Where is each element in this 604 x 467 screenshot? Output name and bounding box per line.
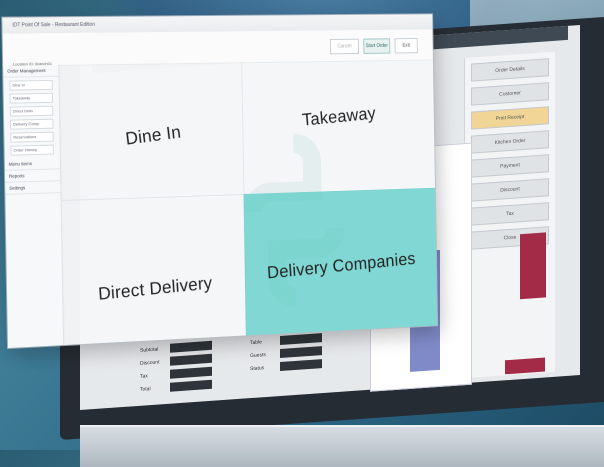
sidebar-item[interactable]: Delivery Comp bbox=[9, 118, 54, 130]
row-label: Table bbox=[250, 339, 262, 347]
panel-button[interactable]: Discount bbox=[471, 178, 549, 202]
sidebar-item[interactable]: Order History bbox=[10, 144, 54, 156]
background-chart-bar bbox=[520, 232, 546, 300]
laptop-base bbox=[80, 425, 604, 467]
panel-button[interactable]: Kitchen Order bbox=[471, 130, 549, 154]
row-value bbox=[170, 366, 212, 379]
order-type-label: Takeaway bbox=[301, 102, 377, 129]
row-label: Tax bbox=[140, 373, 148, 380]
panel-button[interactable]: Print Receipt bbox=[471, 106, 549, 130]
order-type-direct-delivery[interactable]: Direct Delivery bbox=[62, 194, 247, 345]
row-value bbox=[170, 379, 212, 392]
row-value bbox=[280, 333, 322, 346]
row-label: Guests bbox=[250, 352, 266, 360]
sidebar-section-heading[interactable]: Settings bbox=[5, 181, 61, 195]
panel-button[interactable]: Tax bbox=[471, 202, 549, 226]
exit-button[interactable]: Exit bbox=[394, 38, 418, 54]
order-type-grid: Dine In Takeaway Direct Delivery Deliver… bbox=[60, 59, 438, 345]
sidebar: Order Management Dine In Takeaway Direct… bbox=[3, 64, 65, 349]
row-label: Total bbox=[140, 386, 151, 393]
sidebar-item[interactable]: Direct Deliv bbox=[9, 105, 54, 117]
row-value bbox=[170, 340, 212, 353]
sidebar-item[interactable]: Dine In bbox=[9, 79, 53, 91]
order-type-label: Direct Delivery bbox=[97, 272, 213, 304]
start-order-button[interactable]: Start Order bbox=[363, 38, 391, 54]
order-type-label: Delivery Companies bbox=[266, 248, 416, 282]
sidebar-section-heading[interactable]: Order Management bbox=[3, 64, 59, 78]
row-label: Status bbox=[250, 365, 265, 373]
panel-button[interactable]: Customer bbox=[471, 82, 549, 106]
sidebar-item[interactable]: Reservations bbox=[10, 131, 54, 143]
row-label: Discount bbox=[140, 359, 160, 367]
row-label: Subtotal bbox=[140, 346, 159, 354]
order-type-takeaway[interactable]: Takeaway bbox=[241, 59, 436, 196]
panel-button[interactable]: Payment bbox=[471, 154, 549, 178]
panel-button[interactable]: Order Details bbox=[471, 58, 549, 82]
order-type-label: Dine In bbox=[124, 121, 182, 149]
row-value bbox=[280, 346, 322, 359]
cancel-button[interactable]: Cancel bbox=[329, 38, 360, 55]
row-value bbox=[170, 353, 212, 366]
order-type-delivery-companies[interactable]: Delivery Companies bbox=[243, 187, 438, 336]
order-type-dine-in[interactable]: Dine In bbox=[60, 62, 245, 202]
background-chart-bar bbox=[505, 357, 545, 375]
row-value bbox=[280, 359, 322, 372]
order-type-window: IDT Point Of Sale - Restaurant Edition L… bbox=[2, 14, 438, 349]
sidebar-item[interactable]: Takeaway bbox=[9, 92, 54, 104]
background-app-panel: Order Details Customer Print Receipt Kit… bbox=[464, 51, 555, 379]
window-title: IDT Point Of Sale - Restaurant Edition bbox=[12, 21, 95, 29]
